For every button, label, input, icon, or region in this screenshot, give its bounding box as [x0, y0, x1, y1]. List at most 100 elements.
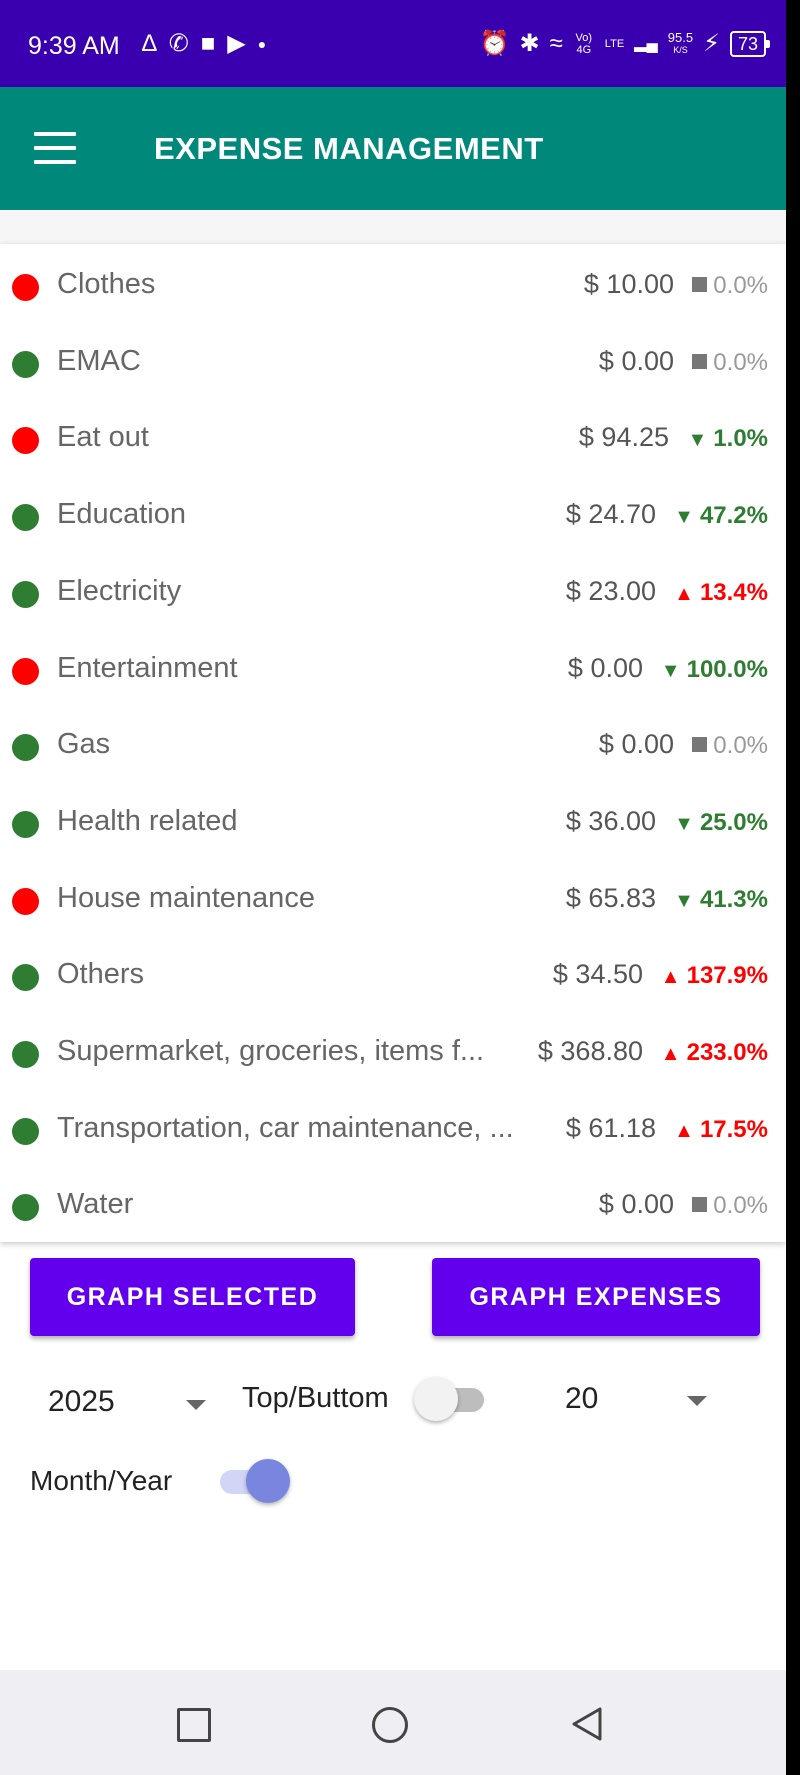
- expense-amount: $ 368.80: [537, 1036, 643, 1066]
- expense-row[interactable]: 0.0% $ 0.00 Gas: [0, 708, 786, 784]
- expense-category: Clothes: [57, 268, 156, 300]
- status-dot: [12, 427, 39, 455]
- expense-row[interactable]: ▼ 1.0% $ 94.25 Eat out: [0, 401, 786, 477]
- youtube-icon: ▶: [227, 30, 246, 57]
- expense-row[interactable]: ▼ 47.2% $ 24.70 Education: [0, 478, 786, 554]
- percent-change: 0.0%: [692, 349, 768, 377]
- bluetooth-icon: ✱: [519, 30, 540, 57]
- app-title: EXPENSE MANAGEMENT: [154, 131, 544, 166]
- status-dot: [12, 504, 39, 532]
- expense-amount: $ 24.70: [565, 499, 656, 530]
- status-dot: [12, 734, 39, 762]
- percent-change: ▲ 137.9%: [661, 962, 768, 990]
- expense-category: Supermarket, groceries, items f...: [57, 1035, 485, 1067]
- expense-row[interactable]: 0.0% $ 0.00 Water: [0, 1168, 786, 1244]
- month-year-switch[interactable]: [214, 1459, 290, 1503]
- list-top-spacer: [0, 210, 786, 244]
- percent-value: 0.0%: [713, 348, 768, 376]
- arrow-down-icon: ▼: [674, 506, 694, 529]
- percent-value: 0.0%: [713, 1192, 768, 1220]
- expense-row[interactable]: ▼ 41.3% $ 65.83 House maintenance: [0, 862, 786, 938]
- square-flat-icon: [692, 737, 708, 753]
- percent-value: 0.0%: [713, 272, 768, 299]
- chevron-down-icon: [186, 1400, 206, 1410]
- recents-square-icon[interactable]: [177, 1708, 211, 1742]
- percent-change: ▲ 233.0%: [661, 1039, 768, 1067]
- expense-row[interactable]: ▲ 17.5% $ 61.18 Transportation, car mainten…: [0, 1092, 786, 1168]
- percent-change: 0.0%: [692, 1192, 768, 1220]
- percent-value: 25.0%: [699, 808, 768, 836]
- switch-thumb: [246, 1459, 290, 1503]
- signal-icon: ▂▄: [634, 35, 658, 52]
- expense-category: Eat out: [57, 421, 149, 454]
- arrow-down-icon: ▼: [660, 659, 681, 682]
- status-dot: [12, 580, 39, 608]
- percent-change: ▼ 100.0%: [661, 656, 768, 684]
- lte-icon: LTE: [604, 38, 625, 50]
- volte-icon: Vo) 4G: [575, 32, 593, 56]
- more-dot-icon: ●: [257, 36, 267, 52]
- notification-icons: ∆ ✆ ■ ▶ ●: [142, 30, 266, 58]
- expense-row[interactable]: 0.0% $ 0.00 EMAC: [0, 325, 786, 401]
- back-triangle-icon[interactable]: [570, 1706, 606, 1742]
- top-bottom-switch[interactable]: [414, 1377, 490, 1421]
- square-notification-icon: ■: [200, 30, 216, 57]
- expense-row[interactable]: ▼ 25.0% $ 36.00 Health related: [0, 785, 786, 861]
- percent-value: 13.4%: [699, 578, 768, 606]
- whatsapp-icon: ✆: [168, 30, 189, 57]
- expense-list[interactable]: 0.0% $ 10.00 Clothes 0.0% $ 0.00 EMAC ▼ 1.0% $ 9…: [0, 244, 786, 1242]
- status-dot: [12, 1117, 39, 1145]
- expense-row[interactable]: ▼ 100.0% $ 0.00 Entertainment: [0, 632, 786, 708]
- expense-category: Gas: [57, 728, 111, 761]
- expense-row[interactable]: ▲ 137.9% $ 34.50 Others: [0, 938, 786, 1014]
- battery-icon: 73: [729, 31, 771, 57]
- expense-amount: $ 36.00: [565, 805, 656, 836]
- expense-amount: $ 61.18: [565, 1112, 656, 1143]
- year-dropdown[interactable]: 2025: [40, 1375, 215, 1431]
- expense-amount: $ 23.00: [565, 575, 656, 606]
- wifi-icon: ≈: [549, 30, 563, 57]
- home-circle-icon[interactable]: [372, 1707, 408, 1743]
- expense-amount: $ 0.00: [598, 1189, 674, 1220]
- expense-amount: $ 10.00: [583, 269, 674, 299]
- percent-value: 233.0%: [686, 1039, 768, 1066]
- year-value: 2025: [48, 1385, 115, 1418]
- expense-category: Education: [57, 498, 186, 531]
- expense-category: Entertainment: [57, 651, 238, 684]
- status-time: 9:39 AM: [28, 32, 120, 60]
- expense-amount: $ 0.00: [598, 729, 674, 760]
- app-bar: EXPENSE MANAGEMENT: [0, 87, 786, 210]
- square-flat-icon: [692, 1197, 708, 1213]
- status-dot: [12, 964, 39, 992]
- expense-category: Health related: [57, 804, 238, 837]
- expense-row[interactable]: ▲ 233.0% $ 368.80 Supermarket, groceries, i…: [0, 1015, 786, 1091]
- expense-amount: $ 0.00: [598, 345, 674, 376]
- expense-row[interactable]: ▲ 13.4% $ 23.00 Electricity: [0, 555, 786, 631]
- status-bar: 9:39 AM ∆ ✆ ■ ▶ ● ⏰ ✱ ≈ Vo) 4G LTE ▂▄ 95…: [0, 0, 786, 87]
- arrow-up-icon: ▲: [674, 1119, 694, 1142]
- arrow-up-icon: ▲: [660, 966, 681, 989]
- percent-value: 1.0%: [713, 425, 768, 453]
- menu-line: [34, 160, 76, 164]
- graph-expenses-button[interactable]: GRAPH EXPENSES: [432, 1258, 760, 1336]
- charging-icon: ⚡: [703, 30, 720, 57]
- graph-selected-button[interactable]: GRAPH SELECTED: [30, 1258, 355, 1336]
- expense-category: Water: [57, 1188, 134, 1221]
- expense-amount: $ 34.50: [552, 959, 643, 990]
- expense-category: Transportation, car maintenance, ...: [57, 1111, 514, 1144]
- percent-change: 0.0%: [692, 732, 768, 760]
- percent-value: 17.5%: [699, 1115, 768, 1143]
- percent-change: ▼ 47.2%: [674, 502, 768, 530]
- system-icons: ⏰ ✱ ≈ Vo) 4G LTE ▂▄ 95.5 K/S ⚡ 73: [480, 30, 771, 58]
- hamburger-menu-icon[interactable]: [34, 132, 78, 166]
- percent-value: 47.2%: [699, 502, 768, 530]
- expense-category: House maintenance: [57, 881, 315, 914]
- status-dot: [12, 1194, 39, 1222]
- status-dot: [12, 657, 39, 685]
- count-dropdown[interactable]: 20: [555, 1372, 725, 1428]
- count-value: 20: [565, 1382, 599, 1415]
- menu-line: [34, 146, 76, 150]
- expense-row[interactable]: 0.0% $ 10.00 Clothes: [0, 248, 786, 324]
- month-year-label: Month/Year: [30, 1465, 173, 1496]
- arrow-up-icon: ▲: [674, 582, 694, 605]
